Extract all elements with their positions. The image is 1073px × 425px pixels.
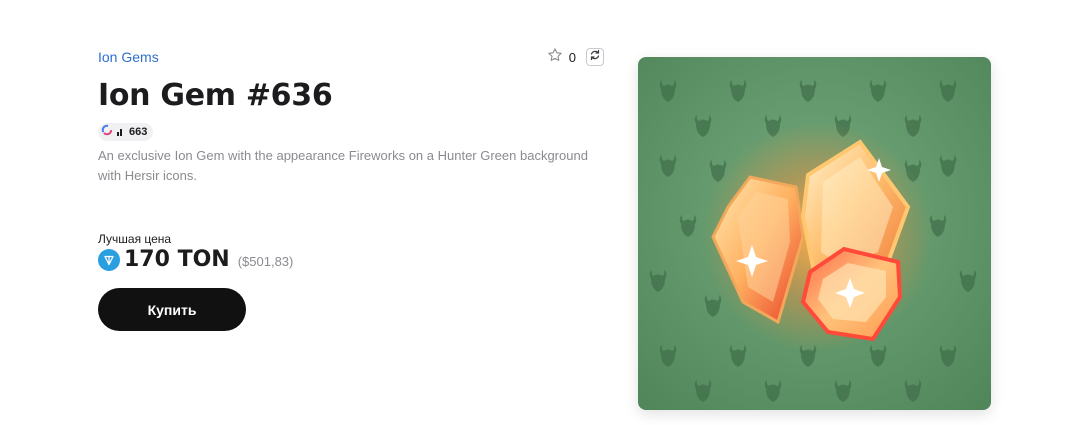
item-description: An exclusive Ion Gem with the appearance… bbox=[98, 148, 588, 183]
nft-item-page: Ion Gems 0 Ion Gem #636 663 An exclusive… bbox=[0, 0, 1073, 425]
item-title: Ion Gem #636 bbox=[98, 78, 333, 113]
item-info-panel: Ion Gems 0 Ion Gem #636 663 An exclusive… bbox=[98, 44, 604, 331]
signal-bars-icon bbox=[117, 123, 125, 141]
ton-icon bbox=[98, 248, 120, 271]
rarity-rating-badge[interactable]: 663 bbox=[98, 123, 154, 141]
gem-artwork bbox=[649, 80, 977, 402]
favorite-count: 0 bbox=[568, 49, 576, 65]
rarity-rating-value: 663 bbox=[129, 126, 148, 138]
refresh-button[interactable] bbox=[586, 48, 604, 66]
buy-button[interactable]: Купить bbox=[98, 288, 246, 331]
collection-link[interactable]: Ion Gems bbox=[98, 49, 159, 65]
price-usd: ($501,83) bbox=[237, 254, 294, 269]
refresh-icon bbox=[589, 48, 601, 66]
price-ton: 170 TON bbox=[124, 247, 230, 272]
price-row: 170 TON ($501,83) bbox=[98, 247, 604, 272]
star-outline-icon bbox=[547, 47, 563, 68]
top-row: Ion Gems 0 bbox=[98, 44, 604, 70]
item-actions: 0 bbox=[547, 47, 604, 68]
nft-image[interactable] bbox=[638, 57, 991, 410]
rarity-logo-icon bbox=[101, 123, 113, 141]
best-price-label: Лучшая цена bbox=[98, 232, 172, 246]
favorite-button[interactable]: 0 bbox=[547, 47, 576, 68]
